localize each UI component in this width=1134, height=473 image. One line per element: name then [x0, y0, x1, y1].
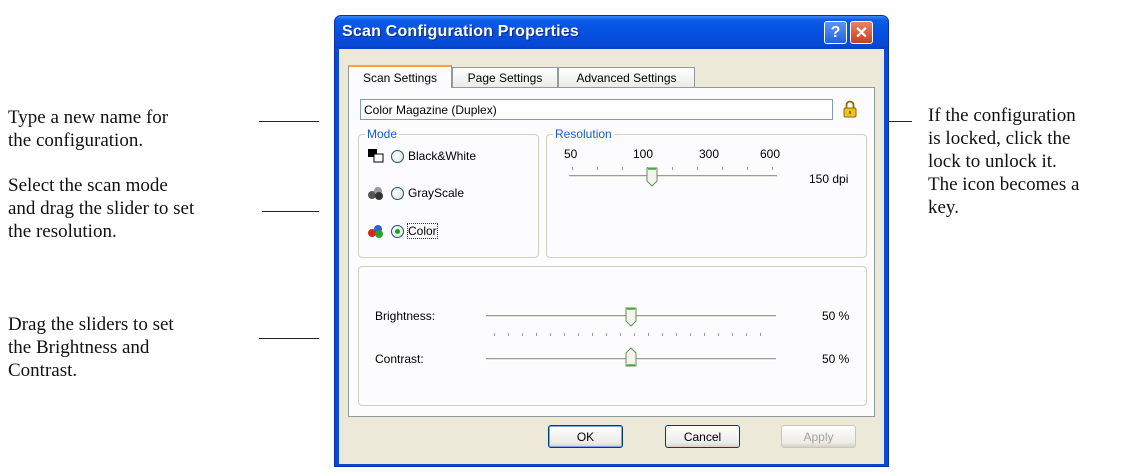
slider-tick: [597, 167, 598, 170]
mode-group-label: Mode: [365, 127, 400, 141]
contrast-label: Contrast:: [375, 352, 424, 366]
slider-tick: [622, 167, 623, 170]
callout-sliders: Drag the sliders to set the Brightness a…: [8, 313, 174, 382]
tab-page-settings[interactable]: Page Settings: [452, 67, 558, 87]
tab-label: Page Settings: [467, 70, 543, 85]
callout-line: key.: [928, 197, 959, 218]
resolution-tick-label: 300: [699, 147, 720, 161]
question-mark-icon[interactable]: ?: [824, 21, 847, 44]
callout-line: Select the scan mode: [8, 175, 168, 196]
mode-option-black-white[interactable]: Black&White: [367, 146, 476, 166]
resolution-value: 150 dpi: [809, 172, 849, 186]
resolution-slider-thumb[interactable]: [646, 167, 658, 187]
callout-line: the Brightness and: [8, 337, 150, 358]
tab-label: Advanced Settings: [576, 70, 677, 85]
callout-config-name: Type a new name for the configuration.: [8, 106, 168, 152]
callout-line: and drag the slider to set: [8, 198, 195, 219]
resolution-slider-track[interactable]: [569, 175, 777, 178]
dialog-title: Scan Configuration Properties: [342, 23, 579, 40]
resolution-tick-label: 100: [633, 147, 654, 161]
color-mode-icon: [368, 225, 383, 238]
configuration-name-input[interactable]: [360, 99, 833, 120]
color-radio[interactable]: [391, 224, 404, 238]
scan-configuration-dialog: Scan Configuration Properties ? ✕ Scan S…: [334, 15, 889, 467]
callout-scan-mode: Select the scan mode and drag the slider…: [8, 174, 194, 243]
grayscale-mode-icon: [368, 187, 383, 200]
color-label: Color: [407, 223, 438, 239]
cancel-button[interactable]: Cancel: [665, 425, 740, 448]
black-white-label: Black&White: [408, 149, 477, 163]
slider-tick: [722, 167, 723, 170]
resolution-group: Resolution 50 100 300 600 150 dpi: [546, 127, 867, 258]
slider-tick: [747, 167, 748, 170]
ok-button[interactable]: OK: [548, 425, 623, 448]
contrast-slider-thumb[interactable]: [625, 347, 637, 367]
title-bar[interactable]: Scan Configuration Properties ? ✕: [335, 16, 888, 49]
callout-line: the resolution.: [8, 221, 117, 242]
slider-tick: [772, 167, 773, 170]
dialog-body: Scan Settings Page Settings Advanced Set…: [339, 49, 884, 464]
slider-tick: [672, 167, 673, 170]
mode-option-color[interactable]: Color: [367, 221, 438, 241]
scan-settings-panel: Mode Black&White Gra: [348, 87, 875, 417]
brightness-slider-thumb[interactable]: [625, 307, 637, 327]
leader-line: [259, 121, 319, 122]
callout-line: lock to unlock it.: [928, 151, 1057, 172]
callout-line: The icon becomes a: [928, 174, 1080, 195]
resolution-group-label: Resolution: [553, 127, 614, 141]
leader-line: [262, 211, 319, 212]
slider-tick: [572, 167, 573, 170]
resolution-tick-label: 600: [760, 147, 781, 161]
grayscale-label: GrayScale: [408, 186, 465, 200]
apply-button[interactable]: Apply: [781, 425, 856, 448]
tab-advanced-settings[interactable]: Advanced Settings: [558, 67, 695, 87]
leader-line: [259, 338, 319, 339]
resolution-tick-label: 50: [564, 147, 578, 161]
close-icon[interactable]: ✕: [850, 21, 873, 44]
callout-line: the configuration.: [8, 130, 144, 151]
tab-label: Scan Settings: [362, 70, 438, 85]
mode-group: Mode Black&White GrayScale Color: [358, 127, 539, 258]
black-white-radio[interactable]: [391, 149, 404, 163]
brightness-label: Brightness:: [375, 309, 436, 323]
contrast-value: 50 %: [822, 352, 850, 366]
black-white-mode-icon: [368, 149, 384, 163]
brightness-contrast-group: Brightness: 50 % Contrast: 50 %: [358, 266, 867, 406]
callout-line: If the configuration: [928, 105, 1076, 126]
tab-scan-settings[interactable]: Scan Settings: [348, 65, 452, 88]
mode-option-grayscale[interactable]: GrayScale: [367, 183, 464, 203]
callout-line: Type a new name for: [8, 107, 169, 128]
callout-line: Drag the sliders to set: [8, 314, 174, 335]
callout-line: Contrast.: [8, 360, 78, 381]
padlock-icon[interactable]: [843, 100, 857, 118]
shared-tick-row: [494, 333, 774, 336]
callout-lock: If the configuration is locked, click th…: [928, 104, 1079, 219]
slider-tick: [697, 167, 698, 170]
brightness-value: 50 %: [822, 309, 850, 323]
grayscale-radio[interactable]: [391, 186, 404, 200]
callout-line: is locked, click the: [928, 128, 1071, 149]
